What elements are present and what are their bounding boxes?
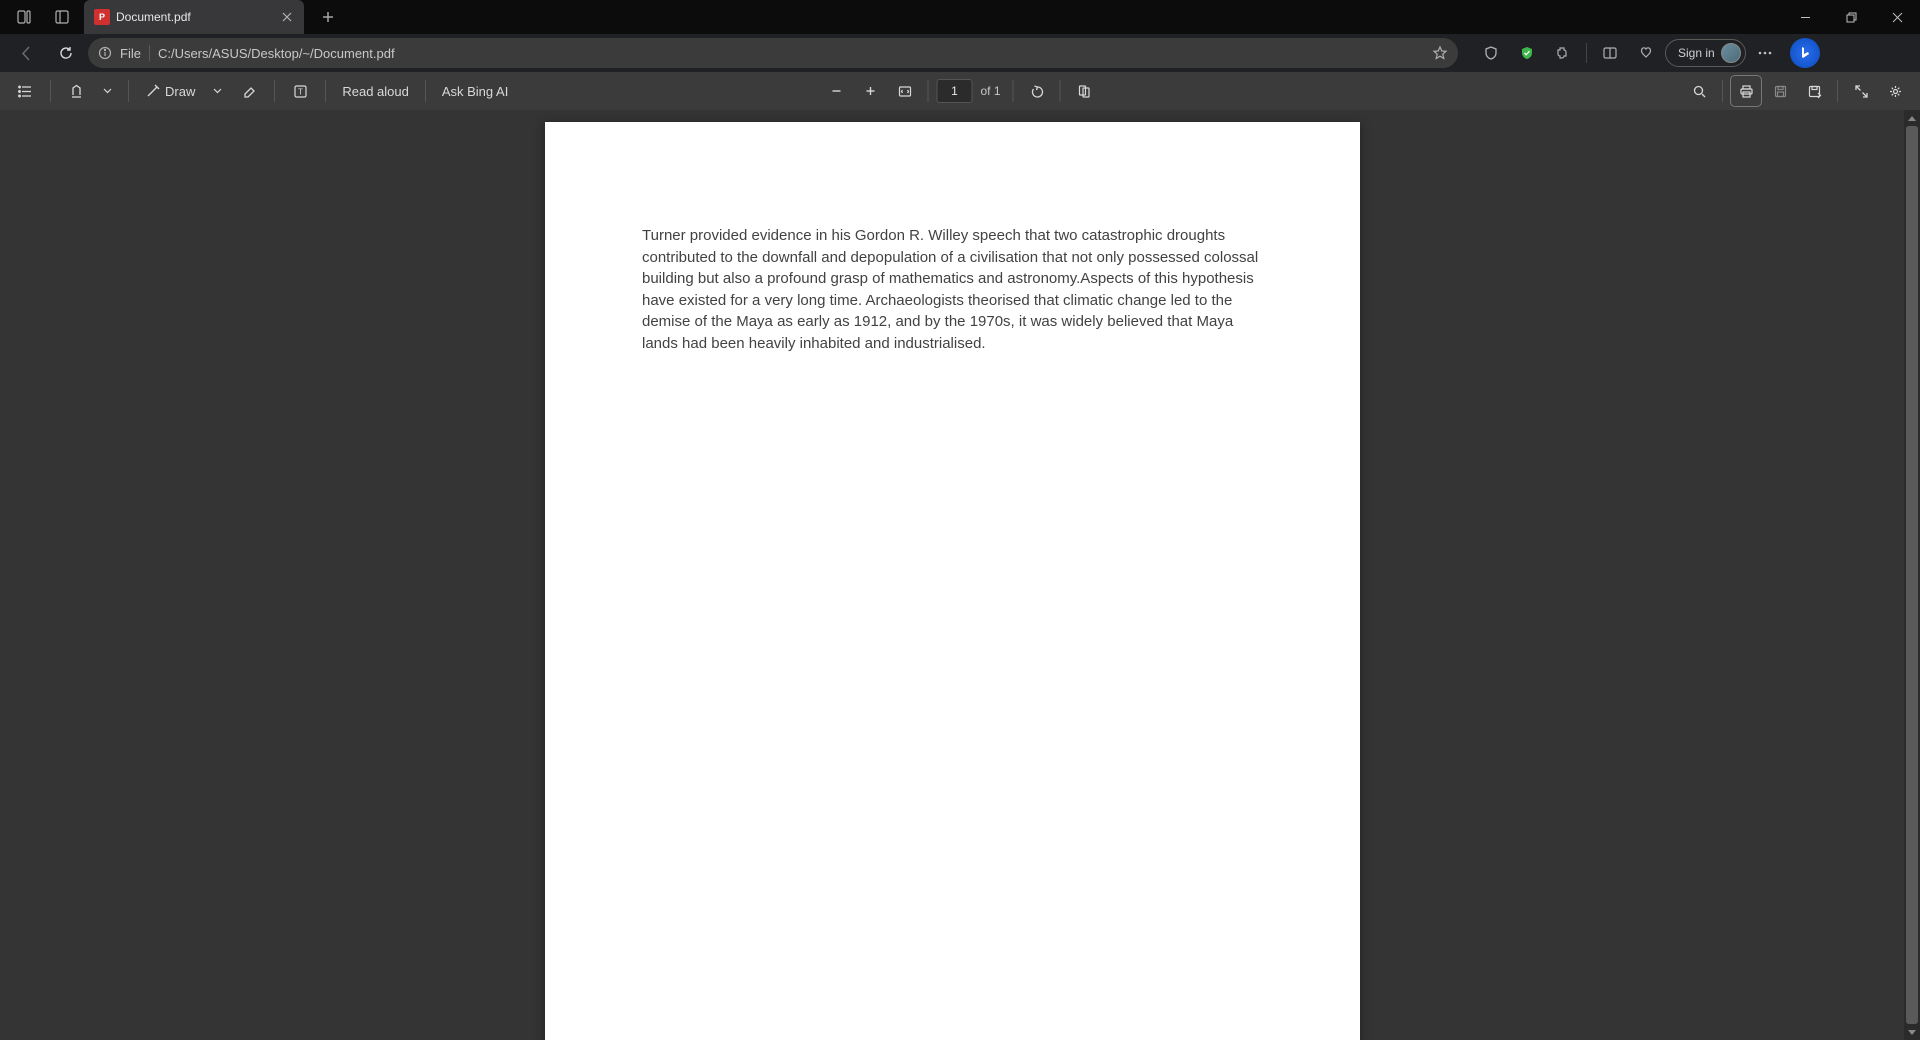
read-aloud-button[interactable]: Read aloud [336,76,415,106]
url-divider [149,45,150,61]
scroll-up-arrow-icon[interactable] [1904,110,1920,126]
maximize-button[interactable] [1828,0,1874,34]
window-close-button[interactable] [1874,0,1920,34]
pdf-toolbar-center: of 1 [821,76,1098,106]
tracking-prevention-icon[interactable] [1474,37,1508,69]
address-bar[interactable]: File C:/Users/ASUS/Desktop/~/Document.pd… [88,38,1458,68]
url-scheme: File [120,46,141,61]
titlebar-left: P Document.pdf [0,0,342,34]
address-bar-row: File C:/Users/ASUS/Desktop/~/Document.pd… [0,34,1920,72]
minimize-button[interactable] [1782,0,1828,34]
separator [325,80,326,102]
ask-bing-ai-button[interactable]: Ask Bing AI [436,76,514,106]
draw-label: Draw [165,84,195,99]
window-controls [1782,0,1920,34]
scroll-thumb[interactable] [1906,126,1918,1024]
vertical-tabs-button[interactable] [46,1,78,33]
favorites-icon[interactable] [1629,37,1663,69]
tab-actions-button[interactable] [8,1,40,33]
scroll-down-arrow-icon[interactable] [1904,1024,1920,1040]
pdf-favicon-icon: P [94,9,110,25]
close-tab-button[interactable] [278,8,296,26]
bing-chat-button[interactable] [1790,38,1820,68]
zoom-out-button[interactable] [821,76,851,106]
add-text-button[interactable]: T [285,76,315,106]
avatar-icon [1721,43,1741,63]
favorite-button[interactable] [1432,45,1448,61]
browser-tab[interactable]: P Document.pdf [84,0,304,34]
separator [1586,43,1587,63]
pdf-toolbar: Draw T Read aloud Ask Bing AI of 1 [0,72,1920,110]
separator [1013,80,1014,102]
separator [50,80,51,102]
draw-dropdown[interactable] [207,76,228,106]
scroll-track[interactable] [1904,126,1920,1024]
draw-button[interactable]: Draw [139,76,201,106]
url-path: C:/Users/ASUS/Desktop/~/Document.pdf [158,46,395,61]
separator [1060,80,1061,102]
svg-text:T: T [298,87,303,96]
signin-label: Sign in [1678,46,1715,60]
signin-button[interactable]: Sign in [1665,39,1746,67]
separator [425,80,426,102]
page-view-button[interactable] [1069,76,1099,106]
page-number-input[interactable] [936,79,972,103]
site-info-icon[interactable] [98,46,112,60]
ask-bing-label: Ask Bing AI [442,84,508,99]
separator [274,80,275,102]
separator [1837,80,1838,102]
separator [1722,80,1723,102]
fullscreen-button[interactable] [1846,76,1876,106]
window-titlebar: P Document.pdf [0,0,1920,34]
save-button[interactable] [1765,76,1795,106]
save-as-button[interactable] [1799,76,1829,106]
erase-button[interactable] [234,76,264,106]
highlight-dropdown[interactable] [97,76,118,106]
rotate-button[interactable] [1022,76,1052,106]
extensions-icon[interactable] [1546,37,1580,69]
settings-button[interactable] [1880,76,1910,106]
tab-title: Document.pdf [116,10,272,24]
more-menu-button[interactable] [1748,37,1782,69]
highlight-button[interactable] [61,76,91,106]
separator [128,80,129,102]
refresh-button[interactable] [48,37,84,69]
fit-page-button[interactable] [889,76,919,106]
contents-button[interactable] [10,76,40,106]
vertical-scrollbar[interactable] [1904,110,1920,1040]
read-aloud-label: Read aloud [342,84,409,99]
find-button[interactable] [1684,76,1714,106]
page-total-label: of 1 [976,84,1004,98]
new-tab-button[interactable] [314,3,342,31]
pdf-viewer[interactable]: Turner provided evidence in his Gordon R… [0,110,1920,1040]
zoom-in-button[interactable] [855,76,885,106]
pdf-page: Turner provided evidence in his Gordon R… [545,122,1360,1040]
print-button[interactable] [1731,76,1761,106]
back-button[interactable] [8,37,44,69]
security-shield-icon[interactable] [1510,37,1544,69]
pdf-toolbar-right [1684,76,1910,106]
separator [927,80,928,102]
document-paragraph: Turner provided evidence in his Gordon R… [642,225,1262,355]
address-bar-right: Sign in [1474,37,1820,69]
split-screen-icon[interactable] [1593,37,1627,69]
